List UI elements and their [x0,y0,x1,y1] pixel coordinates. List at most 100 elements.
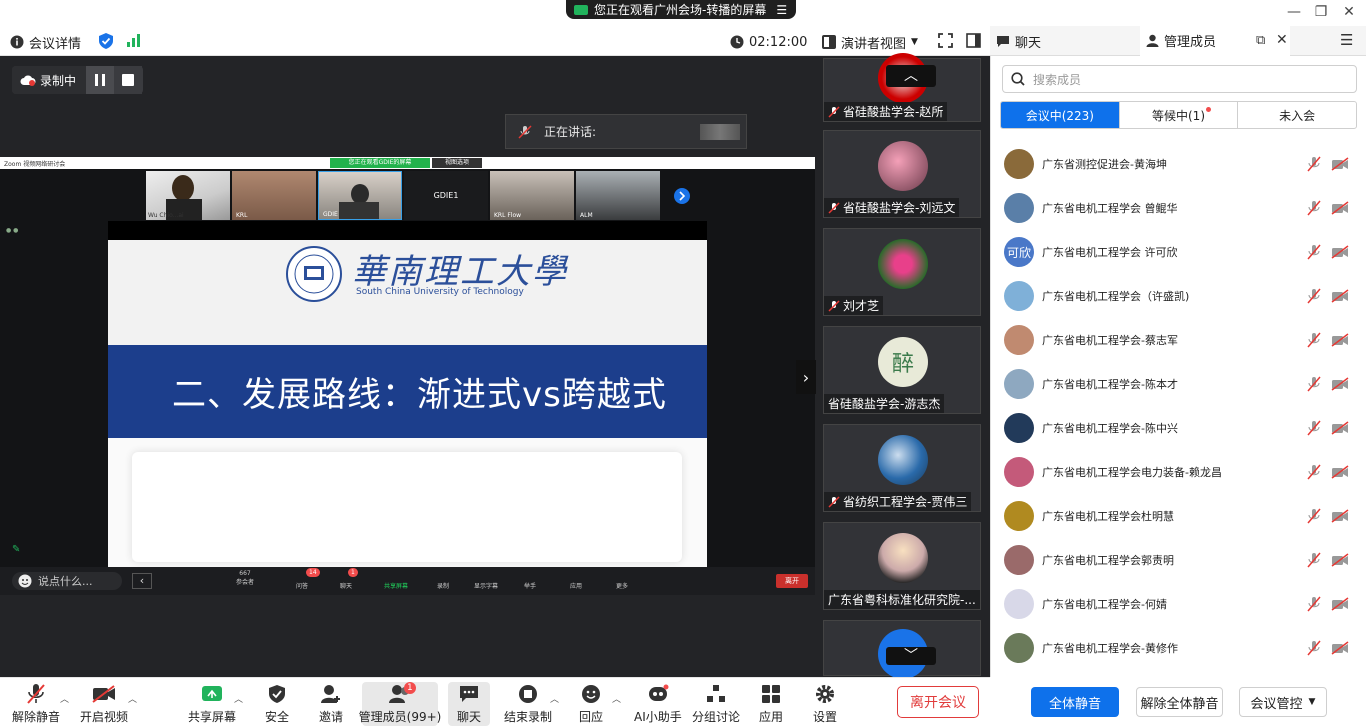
scroll-up-icon[interactable]: ︿ [886,65,936,87]
gallery-tile[interactable]: 醉 省硅酸盐学会-游志杰 [823,326,981,414]
video-off-icon[interactable] [1331,157,1349,171]
video-off-icon[interactable] [1331,465,1349,479]
fullscreen-icon[interactable] [938,33,953,48]
member-row[interactable]: 广东省电机工程学会电力装备-赖龙昌 [1000,450,1357,494]
leave-meeting-button[interactable]: 离开会议 [897,686,979,718]
stop-recording-button[interactable] [114,66,142,94]
mic-off-icon[interactable] [1307,244,1321,260]
mic-off-icon[interactable] [1307,640,1321,656]
viewing-banner[interactable]: 您正在观看广州会场-转播的屏幕 ☰ [566,0,796,19]
unmute-all-button[interactable]: 解除全体静音 [1136,687,1223,717]
mic-off-icon[interactable] [1307,420,1321,436]
member-row[interactable]: 广东省电机工程学会-陈中兴 [1000,406,1357,450]
ctl-share[interactable]: 共享屏幕 [384,581,408,590]
close-icon[interactable]: ✕ [1339,2,1359,22]
mic-off-icon[interactable] [1307,288,1321,304]
mic-off-icon[interactable] [1307,200,1321,216]
member-row[interactable]: 广东省电机工程学会（许盛凯) [1000,274,1357,318]
tab-chat[interactable]: 聊天 [996,26,1041,56]
mic-off-icon[interactable] [1307,464,1321,480]
video-off-icon[interactable] [1331,377,1349,391]
manage-members-button[interactable]: 管理成员(99+) [359,682,441,726]
minimize-icon[interactable]: — [1284,2,1304,22]
reactions-button[interactable]: 回应 [578,682,604,726]
segment-in-meeting[interactable]: 会议中(223) [1001,102,1120,128]
stop-recording-toolbar-button[interactable]: 结束录制 [504,682,552,726]
view-mode-dropdown[interactable]: 演讲者视图 ▼ [822,33,918,52]
popout-icon[interactable]: ⧉ [1256,33,1265,48]
share-screen-button[interactable]: 共享屏幕 [188,682,236,726]
chevron-up-icon[interactable]: ︿ [128,692,137,705]
gallery-tile[interactable]: ﹀ [823,620,981,679]
member-row[interactable]: 广东省电机工程学会-黄修作 [1000,626,1357,670]
video-off-icon[interactable] [1331,201,1349,215]
video-off-icon[interactable] [1331,245,1349,259]
settings-button[interactable]: 设置 [812,682,838,726]
member-row[interactable]: 广东省电机工程学会-何婧 [1000,582,1357,626]
video-off-icon[interactable] [1331,289,1349,303]
meeting-control-dropdown[interactable]: 会议管控 ▼ [1239,687,1327,717]
chevron-up-icon[interactable]: ︿ [612,692,621,705]
chevron-up-icon[interactable]: ︿ [550,692,559,705]
security-button[interactable]: 安全 [264,682,290,726]
apps-button[interactable]: 应用 [758,682,784,726]
video-off-icon[interactable] [1331,641,1349,655]
gallery-tile[interactable]: 省硅酸盐学会-刘远文 [823,130,981,218]
gallery-tile[interactable]: 刘才芝 [823,228,981,316]
scroll-down-icon[interactable]: ﹀ [886,647,936,665]
gallery-tile[interactable]: 省纺织工程学会-贾伟三 [823,424,981,512]
member-row[interactable]: 广东省测控促进会-黄海坤 [1000,142,1357,186]
sidebar-toggle-icon[interactable] [966,33,981,48]
restore-icon[interactable]: ❐ [1311,2,1331,22]
video-off-icon[interactable] [1331,509,1349,523]
ctl-qa[interactable]: 问答 [296,581,308,590]
ctl-raise-hand[interactable]: 举手 [524,581,536,590]
video-off-icon[interactable] [1331,597,1349,611]
mute-all-button[interactable]: 全体静音 [1031,687,1119,717]
video-off-icon[interactable] [1331,421,1349,435]
ctl-leave-button[interactable]: 离开 [776,574,808,588]
ai-assistant-button[interactable]: AI小助手 [634,682,682,726]
mic-off-icon[interactable] [1307,508,1321,524]
menu-icon[interactable]: ☰ [1340,31,1353,49]
unmute-button[interactable]: 解除静音 [12,682,60,726]
gallery-tile[interactable]: ︿ 省硅酸盐学会-赵所 [823,53,981,122]
close-panel-icon[interactable]: ✕ [1276,32,1288,48]
member-row[interactable]: 广东省电机工程学会 曾鲲华 [1000,186,1357,230]
mic-off-icon[interactable] [1307,596,1321,612]
ctl-apps[interactable]: 应用 [570,581,582,590]
mic-off-icon[interactable] [1307,376,1321,392]
ctl-record[interactable]: 录制 [437,581,449,590]
segment-not-joined[interactable]: 未入会 [1238,102,1356,128]
member-row[interactable]: 广东省电机工程学会杜明慧 [1000,494,1357,538]
signal-icon[interactable] [127,34,141,47]
chevron-right-icon[interactable] [674,188,690,204]
meeting-details-button[interactable]: 会议详情 [10,33,81,52]
chat-button[interactable]: 聊天 [448,682,490,726]
chevron-up-icon[interactable]: ︿ [234,692,243,705]
breakout-button[interactable]: 分组讨论 [692,682,740,726]
ctl-more[interactable]: 更多 [616,581,628,590]
chevron-up-icon[interactable]: ︿ [60,692,69,705]
video-off-icon[interactable] [1331,333,1349,347]
member-search-input[interactable]: 搜索成员 [1002,65,1357,93]
pause-recording-button[interactable] [86,66,114,94]
segment-waiting[interactable]: 等候中(1) [1120,102,1239,128]
mic-off-icon[interactable] [1307,332,1321,348]
invite-button[interactable]: 邀请 [318,682,344,726]
shield-icon[interactable] [99,33,113,49]
next-page-button[interactable]: › [796,360,816,394]
video-off-icon[interactable] [1331,553,1349,567]
mic-off-icon[interactable] [1307,552,1321,568]
gallery-tile[interactable]: 广东省粤科标准化研究院-... [823,522,981,610]
ctl-participants[interactable]: 667 参会者 [236,570,254,586]
tab-members[interactable]: 管理成员 [1140,26,1290,56]
ctl-chat[interactable]: 聊天 [340,581,352,590]
chat-input[interactable]: 说点什么... [12,572,122,590]
ctl-captions[interactable]: 显示字幕 [474,581,498,590]
member-row[interactable]: 广东省电机工程学会-陈本才 [1000,362,1357,406]
member-row[interactable]: 广东省电机工程学会郭责明 [1000,538,1357,582]
collapse-icon[interactable]: ‹ [132,573,152,589]
mic-off-icon[interactable] [1307,156,1321,172]
member-row[interactable]: 广东省电机工程学会-蔡志军 [1000,318,1357,362]
